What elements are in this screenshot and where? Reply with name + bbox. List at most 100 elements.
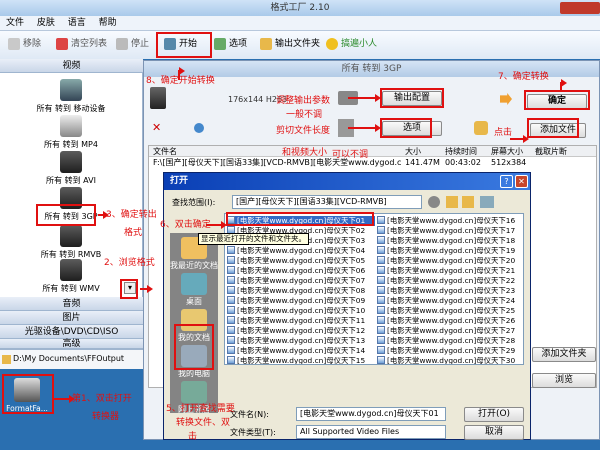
sidebar-item-mobile[interactable]: 所有 转到 移动设备 (6, 79, 136, 114)
clear-list-button[interactable]: 清空列表 (56, 37, 107, 51)
main-titlebar: 格式工厂 2.10 (0, 0, 600, 16)
remove-button[interactable]: 移除 (8, 37, 41, 51)
file-item[interactable]: [电影天堂www.dygod.cn]母仪天下05 (227, 256, 375, 266)
col-size[interactable]: 大小 (405, 146, 421, 157)
note-videosize: 和视频大小 (282, 148, 328, 158)
file-item[interactable]: [电影天堂www.dygod.cn]母仪天下24 (377, 296, 523, 306)
file-item[interactable]: [电影天堂www.dygod.cn]母仪天下14 (227, 346, 375, 356)
file-item[interactable]: [电影天堂www.dygod.cn]母仪天下16 (377, 216, 523, 226)
section-cdrom[interactable]: 光驱设备\DVD\CD\ISO (0, 325, 143, 339)
menu-skin[interactable]: 皮肤 (37, 16, 55, 31)
col-filename[interactable]: 文件名 (153, 146, 177, 157)
file-item[interactable]: [电影天堂www.dygod.cn]母仪天下07 (227, 276, 375, 286)
sidebar-item-rmvb[interactable]: 所有 转到 RMVB (6, 225, 136, 260)
note-cut: 剪切文件长度 (276, 126, 331, 136)
highlight-scroll (120, 279, 138, 299)
file-item[interactable]: [电影天堂www.dygod.cn]母仪天下08 (227, 286, 375, 296)
file-item[interactable]: [电影天堂www.dygod.cn]母仪天下12 (227, 326, 375, 336)
lookin-select[interactable]: [国产][母仪天下][国语33集][VCD-RMVB] (232, 195, 422, 209)
file-item[interactable]: [电影天堂www.dygod.cn]母仪天下04 (227, 246, 375, 256)
file-item[interactable]: [电影天堂www.dygod.cn]母仪天下28 (377, 336, 523, 346)
menu-help[interactable]: 帮助 (99, 16, 117, 31)
note-3b: 格式 (124, 228, 143, 238)
options-button[interactable]: 选项 (214, 37, 247, 51)
video-file-icon (377, 246, 385, 254)
filename-input[interactable]: [电影天堂www.dygod.cn]母仪天下01 (296, 407, 446, 421)
section-advanced[interactable]: 高级 (0, 339, 143, 349)
section-audio[interactable]: 音频 (0, 297, 143, 311)
sidebar-item-mp4[interactable]: 所有 转到 MP4 (6, 115, 136, 150)
open-dialog-title: 打开 (164, 173, 530, 190)
file-item[interactable]: [电影天堂www.dygod.cn]母仪天下17 (377, 226, 523, 236)
file-item[interactable]: [电影天堂www.dygod.cn]母仪天下19 (377, 246, 523, 256)
section-image[interactable]: 图片 (0, 311, 143, 325)
add-folder-button[interactable]: 添加文件夹 (532, 347, 596, 362)
network-icon (181, 381, 207, 403)
smiley-icon (326, 37, 338, 50)
file-item[interactable]: [电影天堂www.dygod.cn]母仪天下18 (377, 236, 523, 246)
video-file-icon (377, 236, 385, 244)
browse-button[interactable]: 浏览 (532, 373, 596, 388)
back-icon[interactable] (428, 196, 440, 208)
help-icon: ? (504, 177, 509, 186)
highlight-3gp (36, 204, 96, 226)
new-folder-icon[interactable] (462, 196, 474, 208)
filetype-select[interactable]: All Supported Video Files (296, 425, 446, 439)
cancel-button[interactable]: 取消 (464, 425, 524, 440)
folder-icon (2, 355, 11, 364)
help-button[interactable]: ? (500, 175, 513, 188)
output-folder-button[interactable]: 输出文件夹 (260, 37, 320, 51)
menu-language[interactable]: 语言 (68, 16, 86, 31)
lookin-label: 查找范围(I): (172, 198, 216, 207)
filetype-label: 文件类型(T): (230, 428, 276, 437)
video-file-icon (227, 256, 235, 264)
wmv-icon (60, 259, 82, 281)
note-adjust2: 一般不调 (286, 110, 323, 120)
file-item[interactable]: [电影天堂www.dygod.cn]母仪天下06 (227, 266, 375, 276)
video-file-icon (227, 356, 235, 364)
file-item[interactable]: [电影天堂www.dygod.cn]母仪天下21 (377, 266, 523, 276)
video-file-icon (377, 256, 385, 264)
view-menu-icon[interactable] (480, 196, 494, 208)
file-item[interactable]: [电影天堂www.dygod.cn]母仪天下20 (377, 256, 523, 266)
file-item[interactable]: [电影天堂www.dygod.cn]母仪天下26 (377, 316, 523, 326)
video-file-icon (377, 296, 385, 304)
file-item[interactable]: [电影天堂www.dygod.cn]母仪天下30 (377, 356, 523, 364)
tooltip: 显示最近打开的文件和文件夹。 (198, 233, 309, 245)
file-item[interactable]: [电影天堂www.dygod.cn]母仪天下27 (377, 326, 523, 336)
note-5c: 击 (188, 432, 198, 442)
stop-button[interactable]: 停止 (116, 37, 149, 51)
promo-link[interactable]: 搞遍小人 (326, 37, 377, 51)
file-item[interactable]: [电影天堂www.dygod.cn]母仪天下09 (227, 296, 375, 306)
file-item[interactable]: [电影天堂www.dygod.cn]母仪天下13 (227, 336, 375, 346)
arrow-scroll (140, 285, 153, 293)
note-adjust1: 调整输出参数 (276, 96, 331, 106)
video-file-icon (227, 266, 235, 274)
file-item[interactable]: [电影天堂www.dygod.cn]母仪天下10 (227, 306, 375, 316)
filename-label: 文件名(N): (230, 410, 269, 419)
output-path: D:\My Documents\FFOutput (13, 354, 125, 363)
file-item[interactable]: [电影天堂www.dygod.cn]母仪天下22 (377, 276, 523, 286)
col-duration[interactable]: 持续时间 (445, 146, 477, 157)
section-video[interactable]: 视频 (0, 59, 143, 73)
remove-icon (8, 37, 20, 50)
open-button[interactable]: 打开(O) (464, 407, 524, 422)
up-folder-icon[interactable] (446, 196, 458, 208)
file-item[interactable]: [电影天堂www.dygod.cn]母仪天下25 (377, 306, 523, 316)
sidebar-item-avi[interactable]: 所有 转到 AVI (6, 151, 136, 186)
col-screen[interactable]: 屏幕大小 (491, 146, 523, 157)
add-icon (474, 121, 488, 135)
col-clip[interactable]: 截取片断 (535, 146, 567, 157)
file-item[interactable]: [电影天堂www.dygod.cn]母仪天下29 (377, 346, 523, 356)
table-row[interactable]: F:\[国产][母仪天下][国语33集][VCD-RMVB][电影天堂www.d… (149, 157, 596, 168)
place-desktop[interactable]: 桌面 (170, 271, 218, 307)
file-item[interactable]: [电影天堂www.dygod.cn]母仪天下23 (377, 286, 523, 296)
file-item[interactable]: [电影天堂www.dygod.cn]母仪天下11 (227, 316, 375, 326)
file-table: 文件名 大小 持续时间 屏幕大小 截取片断 F:\[国产][母仪天下][国语33… (148, 145, 597, 169)
menu-file[interactable]: 文件 (6, 16, 24, 31)
arrow-1 (54, 395, 75, 403)
file-item[interactable]: [电影天堂www.dygod.cn]母仪天下15 (227, 356, 375, 364)
note-canadjust: 可以不调 (332, 150, 369, 160)
close-button[interactable]: ✕ (515, 175, 528, 188)
note-8: 8、确定开始转换 (146, 76, 215, 86)
